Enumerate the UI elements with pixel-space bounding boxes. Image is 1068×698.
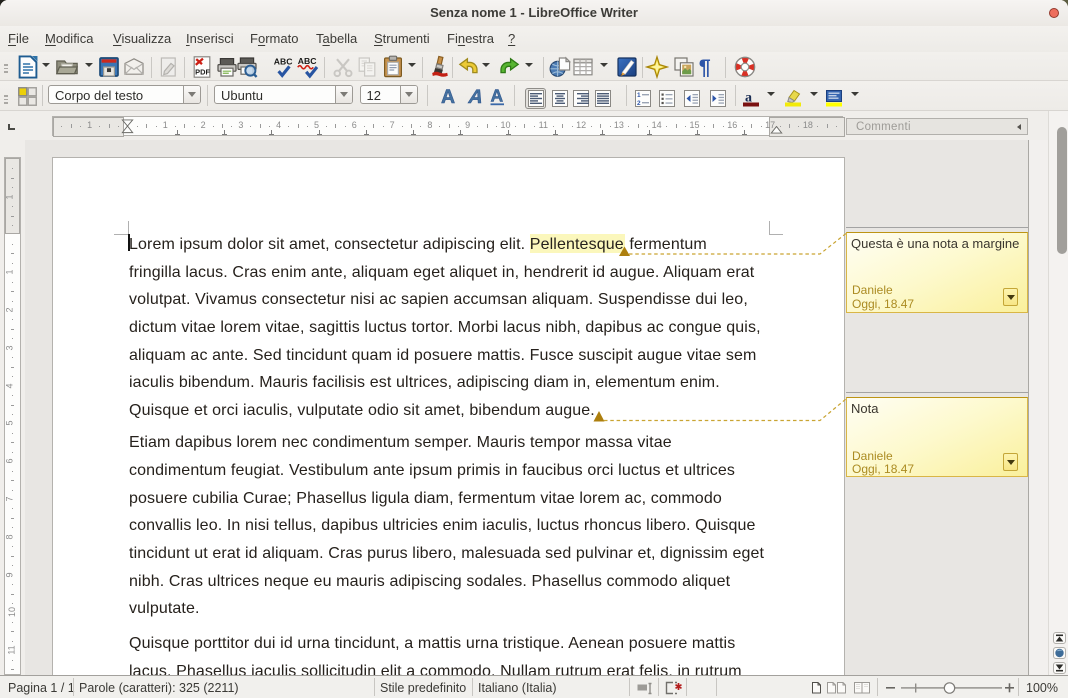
svg-text:¶: ¶ (699, 55, 711, 79)
svg-text:ABC: ABC (274, 56, 293, 66)
svg-text:PDF: PDF (195, 67, 210, 76)
svg-text:A: A (441, 88, 455, 107)
svg-text:2: 2 (637, 100, 641, 107)
svg-text:A: A (491, 88, 504, 106)
svg-text:A: A (466, 88, 484, 107)
svg-text:ABC: ABC (298, 56, 317, 66)
svg-text:1: 1 (637, 92, 641, 99)
